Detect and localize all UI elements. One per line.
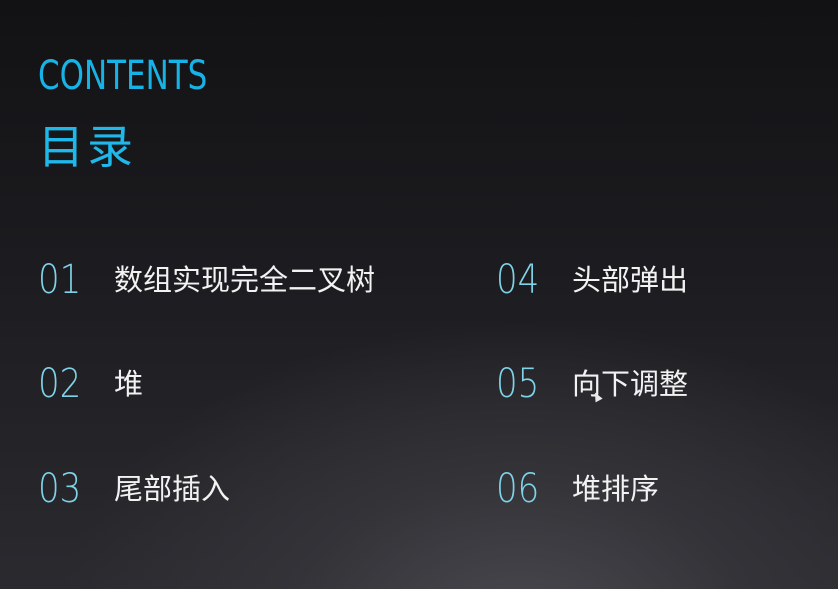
toc-item-01: 01 数组实现完全二叉树 [38,255,375,305]
toc-number: 05 [496,361,540,407]
toc-label: 堆 [114,366,144,401]
toc-number: 02 [38,361,82,407]
slide: CONTENTS 目录 01 数组实现完全二叉树 02 堆 03 尾部插入 04… [0,0,838,589]
contents-title: CONTENTS [38,53,208,99]
contents-title-chinese: 目录 [38,120,136,174]
toc-label: 堆排序 [572,471,660,506]
toc-item-03: 03 尾部插入 [38,464,230,514]
toc-number: 01 [38,257,82,303]
toc-label: 向下调整 [572,366,689,401]
toc-label: 尾部插入 [114,471,231,506]
toc-item-05: 05 向下调整 [496,359,688,409]
toc-number: 03 [38,466,82,512]
toc-number: 06 [496,466,540,512]
toc-label: 数组实现完全二叉树 [114,262,376,297]
toc-item-04: 04 头部弹出 [496,255,688,305]
toc-item-02: 02 堆 [38,359,143,409]
toc-item-06: 06 堆排序 [496,464,659,514]
toc-number: 04 [496,257,540,303]
toc-label: 头部弹出 [572,262,689,297]
